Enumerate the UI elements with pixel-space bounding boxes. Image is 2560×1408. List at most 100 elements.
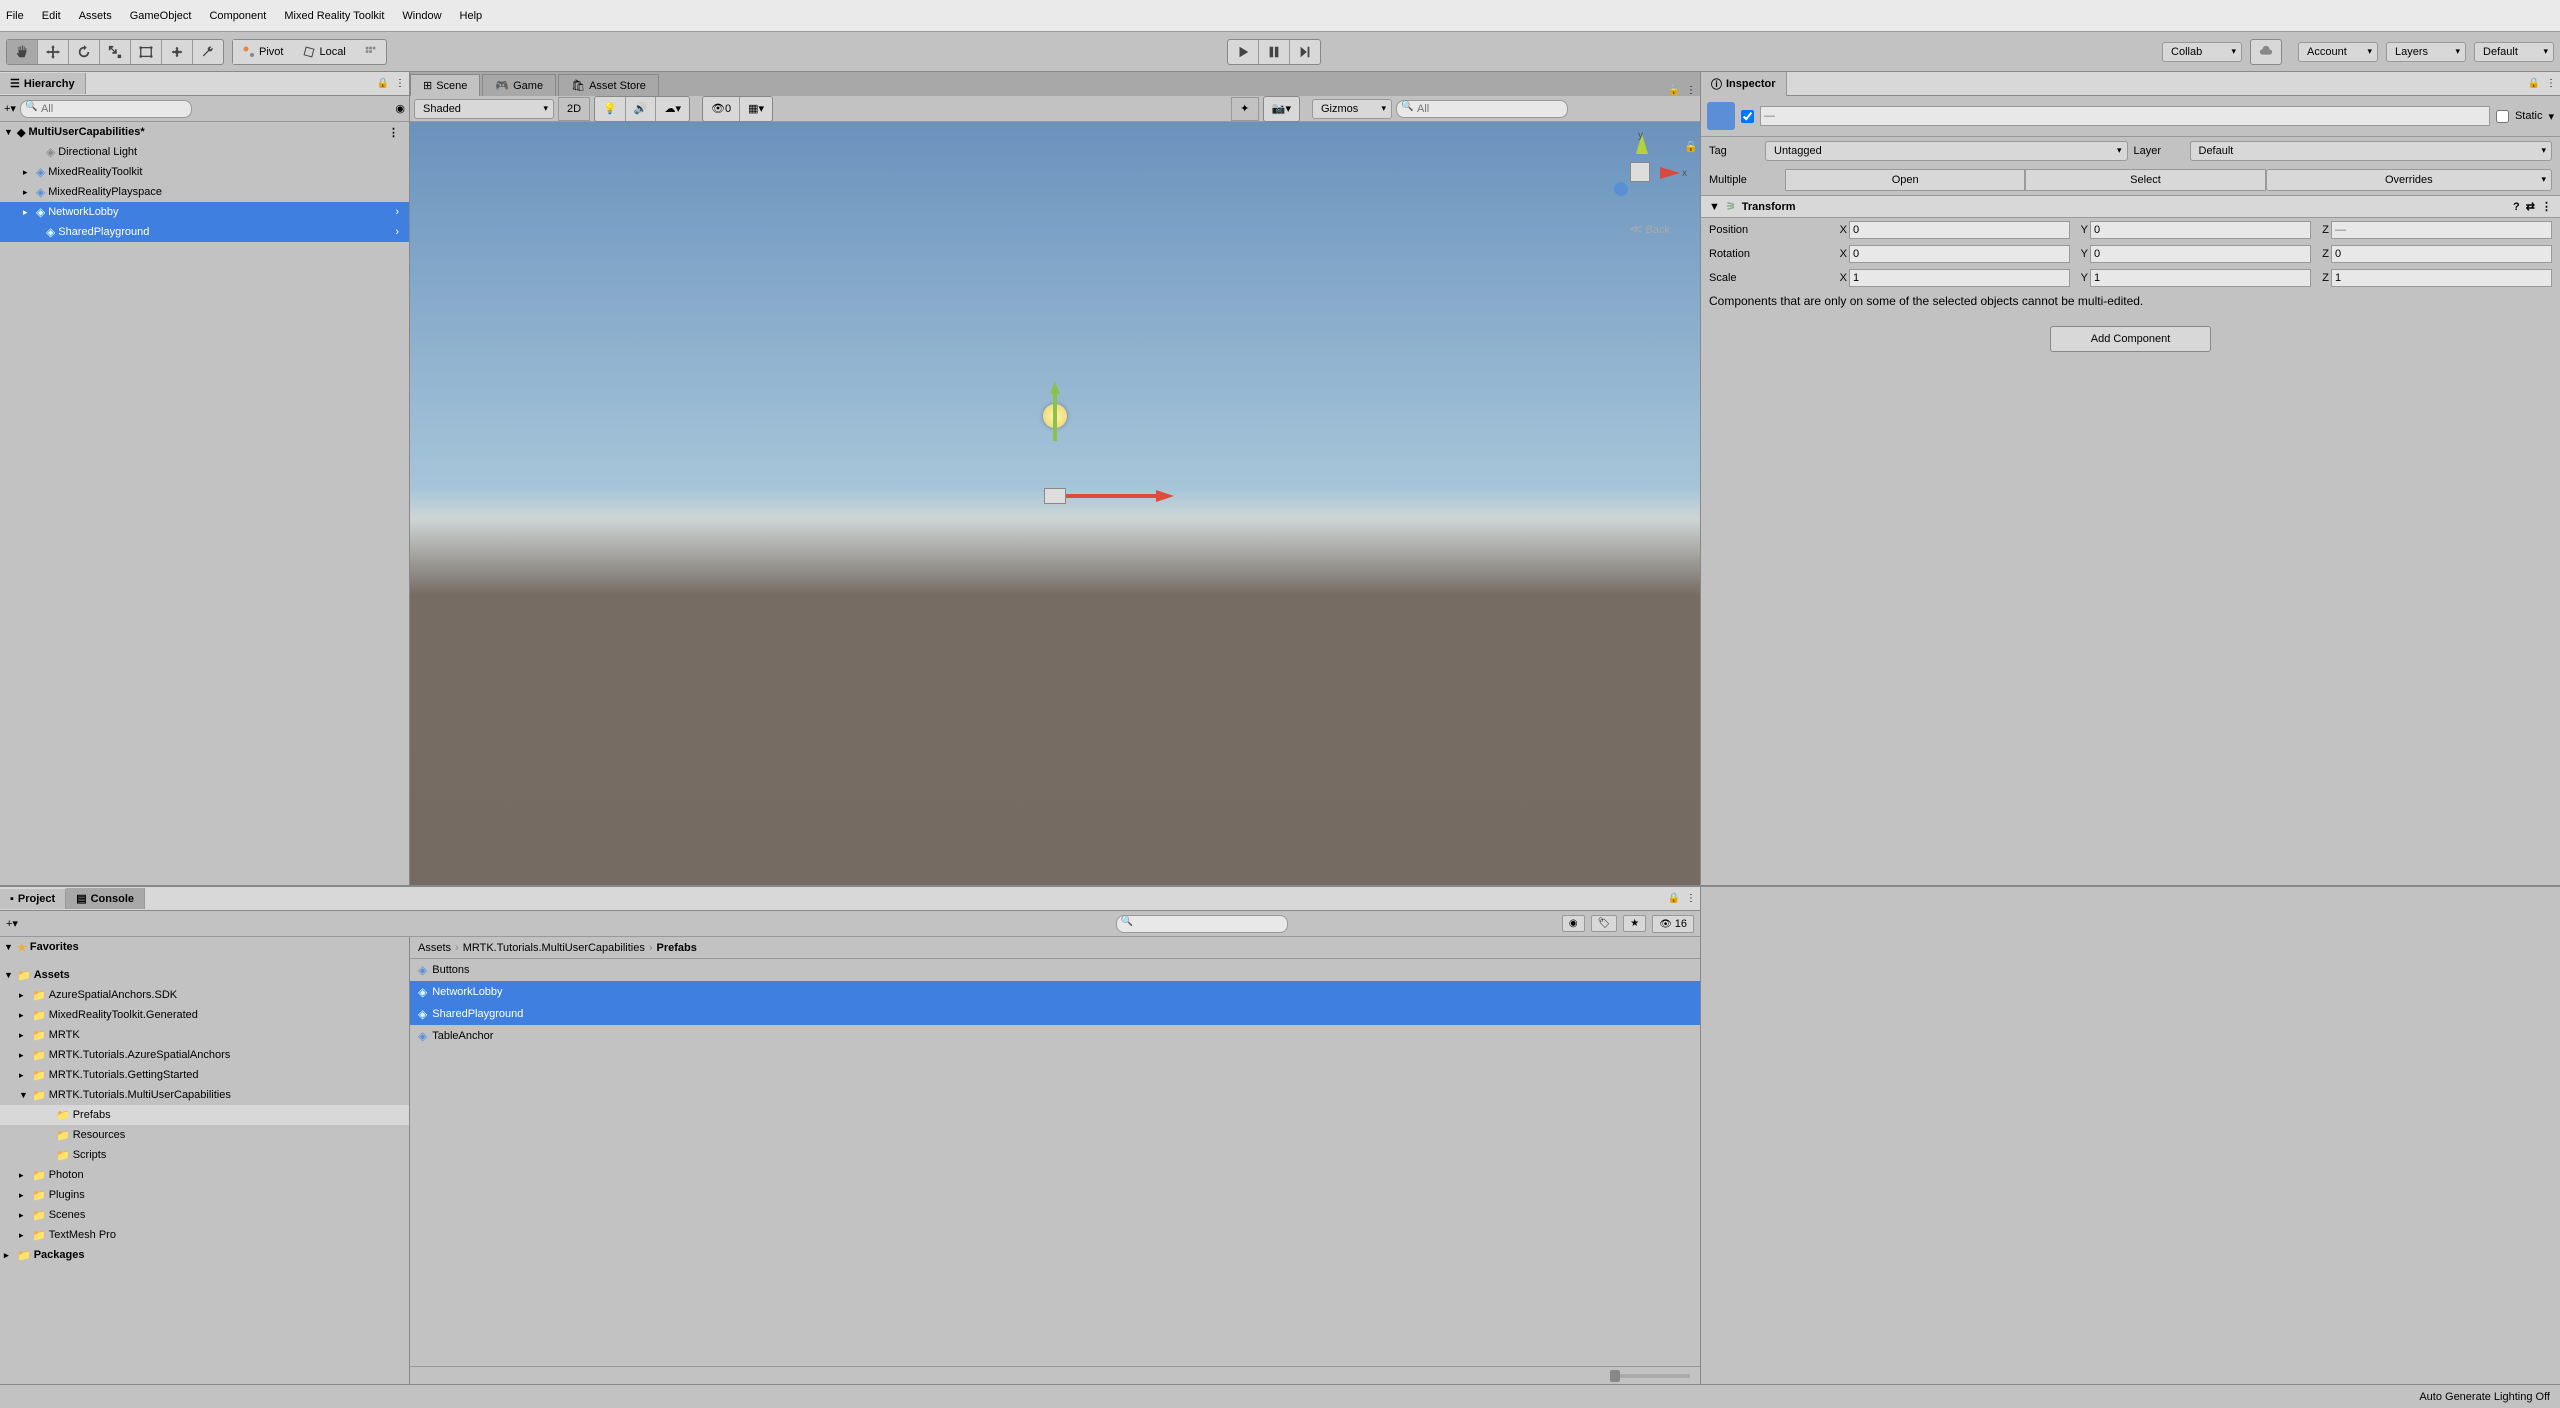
lighting-status[interactable]: Auto Generate Lighting Off [2419,1391,2550,1403]
thumbnail-size-slider[interactable] [1610,1374,1690,1378]
menu-file[interactable]: File [6,10,24,22]
name-field[interactable] [1760,106,2490,126]
local-toggle[interactable]: Local [293,40,355,64]
hand-tool[interactable] [7,40,38,64]
hierarchy-tab[interactable]: ☰Hierarchy [0,73,86,94]
console-tab[interactable]: ▤Console [66,888,145,909]
favorites-root[interactable]: ▼★Favorites [0,937,409,957]
grid-toggle[interactable]: ▦▾ [740,97,772,121]
project-tab[interactable]: ▪Project [0,889,66,909]
menu-window[interactable]: Window [402,10,441,22]
tree-folder[interactable]: ▸AzureSpatialAnchors.SDK [0,985,409,1005]
menu-mrtk[interactable]: Mixed Reality Toolkit [284,10,384,22]
cloud-button[interactable] [2251,40,2281,64]
scene-picker-icon[interactable]: ◉ [395,102,405,115]
create-dropdown[interactable]: +▾ [6,917,18,930]
packages-root[interactable]: ▸Packages [0,1245,409,1265]
pause-button[interactable] [1259,40,1290,64]
lighting-toggle[interactable]: 💡 [595,97,626,121]
static-checkbox[interactable] [2496,110,2509,123]
scale-tool[interactable] [100,40,131,64]
menu-help[interactable]: Help [460,10,483,22]
component-menu-icon[interactable]: ⋮ [2541,200,2552,213]
filter-by-type[interactable]: ◉ [1562,915,1585,932]
move-gizmo-y[interactable] [1040,376,1070,446]
tree-folder[interactable]: Resources [0,1125,409,1145]
hidden-packages[interactable]: 👁 16 [1652,915,1694,933]
hidden-count[interactable]: 👁0 [703,97,740,121]
pivot-toggle[interactable]: Pivot [233,40,293,64]
asset-store-tab[interactable]: 🛍Asset Store [558,74,659,96]
scene-search[interactable] [1396,100,1568,118]
game-tab[interactable]: 🎮Game [482,74,556,96]
layer-dropdown[interactable]: Default [2190,141,2553,161]
hierarchy-item-sharedplayground[interactable]: SharedPlayground› [0,222,409,242]
tree-folder[interactable]: ▸Photon [0,1165,409,1185]
prefab-thumbnail[interactable] [1707,102,1735,130]
tree-folder[interactable]: ▸MRTK.Tutorials.AzureSpatialAnchors [0,1045,409,1065]
hierarchy-item[interactable]: ▸MixedRealityToolkit [0,162,409,182]
panel-menu-icon[interactable]: ⋮ [395,78,409,89]
tree-folder[interactable]: Scripts [0,1145,409,1165]
assets-root[interactable]: ▼Assets [0,965,409,985]
tree-folder[interactable]: ▼MRTK.Tutorials.MultiUserCapabilities [0,1085,409,1105]
overrides-dropdown[interactable]: Overrides [2266,169,2552,191]
scale-x[interactable] [1849,269,2070,287]
panel-menu-icon[interactable]: ⋮ [2546,78,2560,89]
tree-folder[interactable]: ▸Scenes [0,1205,409,1225]
hierarchy-search[interactable] [20,100,192,118]
play-button[interactable] [1228,40,1259,64]
lock-icon[interactable]: 🔒 [2528,78,2546,89]
tree-folder-prefabs[interactable]: Prefabs [0,1105,409,1125]
position-x[interactable] [1849,221,2070,239]
scene-tab[interactable]: ⊞Scene [410,74,480,96]
orientation-gizmo[interactable]: y x 🔒 [1600,132,1680,212]
save-search[interactable]: ★ [1623,915,1646,932]
tree-folder[interactable]: ▸MRTK [0,1025,409,1045]
project-search[interactable] [1116,915,1288,933]
directional-light-gizmo[interactable] [1043,404,1067,428]
fx-toggle[interactable]: ☁▾ [656,97,689,121]
rect-tool[interactable] [131,40,162,64]
inspector-tab[interactable]: ⓘInspector [1701,72,1787,96]
tree-folder[interactable]: ▸Plugins [0,1185,409,1205]
breadcrumb-current[interactable]: Prefabs [657,942,697,954]
position-z[interactable] [2331,221,2552,239]
menu-edit[interactable]: Edit [42,10,61,22]
menu-assets[interactable]: Assets [79,10,112,22]
lock-icon[interactable]: 🔒 [377,78,395,89]
select-button[interactable]: Select [2025,169,2265,191]
transform-tool[interactable] [162,40,193,64]
scale-z[interactable] [2331,269,2552,287]
scale-y[interactable] [2090,269,2311,287]
rotation-z[interactable] [2331,245,2552,263]
preset-icon[interactable]: ⇄ [2526,200,2535,213]
gizmos-dropdown[interactable]: Gizmos [1312,99,1392,119]
hierarchy-item[interactable]: Directional Light [0,142,409,162]
snap-toggle[interactable] [356,40,386,64]
tree-folder[interactable]: ▸TextMesh Pro [0,1225,409,1245]
tree-folder[interactable]: ▸MRTK.Tutorials.GettingStarted [0,1065,409,1085]
account-dropdown[interactable]: Account [2298,42,2378,62]
asset-item[interactable]: TableAnchor [410,1025,1700,1047]
rotate-tool[interactable] [69,40,100,64]
scene-viewport[interactable]: y x 🔒 ≪ Back [410,122,1700,885]
z-axis-handle[interactable] [1614,182,1628,196]
2d-toggle[interactable]: 2D [558,97,590,121]
create-dropdown[interactable]: +▾ [4,102,16,115]
layers-dropdown[interactable]: Layers [2386,42,2466,62]
open-button[interactable]: Open [1785,169,2025,191]
audio-toggle[interactable]: 🔊 [626,97,657,121]
scene-root[interactable]: ▼ ◆ MultiUserCapabilities* ⋮ [0,122,409,142]
breadcrumb-item[interactable]: Assets [418,942,451,954]
step-button[interactable] [1290,40,1320,64]
panel-menu-icon[interactable]: ⋮ [1686,85,1700,96]
persp-lock-icon[interactable]: 🔒 [1684,140,1698,153]
transform-header[interactable]: ▼ ⚞ Transform ? ⇄ ⋮ [1701,195,2560,218]
gizmo-center[interactable] [1630,162,1650,182]
filter-by-label[interactable]: 🏷 [1591,915,1618,932]
position-y[interactable] [2090,221,2311,239]
hierarchy-item-networklobby[interactable]: ▸NetworkLobby› [0,202,409,222]
asset-item-sharedplayground[interactable]: SharedPlayground [410,1003,1700,1025]
tag-dropdown[interactable]: Untagged [1765,141,2128,161]
